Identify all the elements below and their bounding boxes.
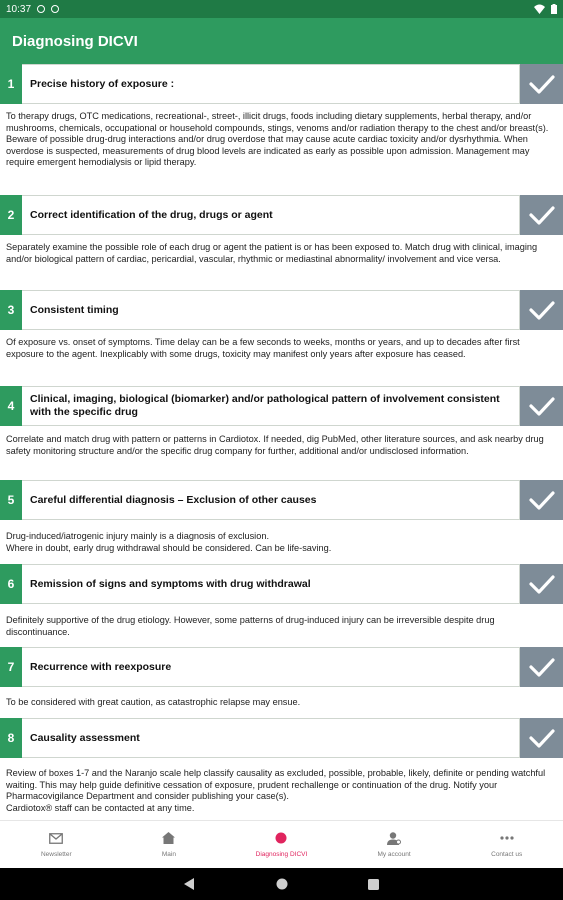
- step-number: 6: [0, 564, 22, 604]
- more-icon: [500, 831, 514, 845]
- step-description: To be considered with great caution, as …: [6, 697, 301, 707]
- check-icon: [528, 491, 555, 510]
- notification-icon: [37, 5, 46, 13]
- nav-label: Contact us: [491, 851, 523, 858]
- step-title: Precise history of exposure :: [22, 64, 520, 104]
- check-icon: [528, 75, 555, 94]
- step-description: Review of boxes 1-7 and the Naranjo scal…: [6, 768, 546, 813]
- step-number: 7: [0, 647, 22, 687]
- steps-list[interactable]: 1 Precise history of exposure : To thera…: [0, 64, 563, 820]
- check-toggle[interactable]: [520, 386, 563, 426]
- status-time: 10:37: [6, 3, 32, 15]
- check-toggle[interactable]: [520, 195, 563, 235]
- step-description: Correlate and match drug with pattern or…: [6, 434, 544, 456]
- step-number: 4: [0, 386, 22, 426]
- step-title: Consistent timing: [22, 290, 520, 330]
- step-title: Causality assessment: [22, 718, 520, 758]
- app-bar: Diagnosing DICVI: [0, 18, 563, 64]
- check-toggle[interactable]: [520, 647, 563, 687]
- nav-label: Newsletter: [40, 851, 72, 858]
- back-icon[interactable]: [184, 878, 196, 890]
- step-description: Separately examine the possible role of …: [6, 242, 538, 264]
- step-number: 2: [0, 195, 22, 235]
- nav-my-account[interactable]: My account: [338, 821, 451, 868]
- check-icon: [528, 729, 555, 748]
- dot-icon: [275, 831, 287, 845]
- status-bar: 10:37: [0, 0, 563, 18]
- step-description: Drug-induced/iatrogenic injury mainly is…: [6, 531, 332, 553]
- notification-icon-2: [51, 5, 60, 13]
- step-title: Correct identification of the drug, drug…: [22, 195, 520, 235]
- check-toggle[interactable]: [520, 718, 563, 758]
- nav-diagnosing-dicvi[interactable]: Diagnosing DICVI: [225, 821, 338, 868]
- account-icon: [387, 831, 402, 845]
- system-navigation-bar: [0, 868, 563, 900]
- step-description: Definitely supportive of the drug etiolo…: [6, 615, 495, 637]
- wifi-icon: [534, 4, 545, 14]
- check-icon: [528, 301, 555, 320]
- nav-contact-us[interactable]: Contact us: [450, 821, 563, 868]
- bottom-navigation: Newsletter Main Diagnosing DICVI My acco…: [0, 820, 563, 868]
- nav-label: Main: [161, 851, 176, 858]
- nav-label: Diagnosing DICVI: [255, 851, 308, 858]
- step-description: To therapy drugs, OTC medications, recre…: [6, 111, 549, 168]
- nav-label: My account: [377, 851, 411, 858]
- check-icon: [528, 575, 555, 594]
- nav-main[interactable]: Main: [113, 821, 226, 868]
- battery-icon: [551, 4, 557, 14]
- check-toggle[interactable]: [520, 290, 563, 330]
- step-description: Of exposure vs. onset of symptoms. Time …: [6, 337, 520, 359]
- check-toggle[interactable]: [520, 480, 563, 520]
- check-icon: [528, 397, 555, 416]
- check-icon: [528, 206, 555, 225]
- check-toggle[interactable]: [520, 64, 563, 104]
- step-number: 1: [0, 64, 22, 104]
- recents-icon[interactable]: [368, 878, 379, 890]
- check-icon: [528, 658, 555, 677]
- nav-newsletter[interactable]: Newsletter: [0, 821, 113, 868]
- step-title: Recurrence with reexposure: [22, 647, 520, 687]
- step-title: Careful differential diagnosis – Exclusi…: [22, 480, 520, 520]
- mail-icon: [49, 831, 64, 845]
- step-number: 3: [0, 290, 22, 330]
- home-button-icon[interactable]: [276, 878, 288, 890]
- home-icon: [162, 831, 176, 845]
- page-title: Diagnosing DICVI: [12, 32, 138, 50]
- step-title: Remission of signs and symptoms with dru…: [22, 564, 520, 604]
- step-number: 8: [0, 718, 22, 758]
- check-toggle[interactable]: [520, 564, 563, 604]
- step-title: Clinical, imaging, biological (biomarker…: [22, 386, 520, 426]
- step-number: 5: [0, 480, 22, 520]
